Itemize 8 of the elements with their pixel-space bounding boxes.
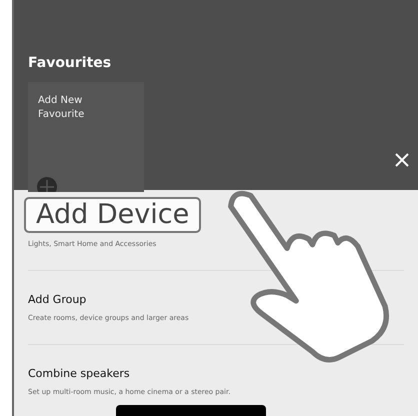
- plus-icon[interactable]: [36, 176, 58, 192]
- item-title[interactable]: Add Group: [28, 293, 404, 306]
- item-title[interactable]: Combine speakers: [28, 367, 404, 380]
- favourite-card[interactable]: Add New Favourite: [28, 82, 144, 192]
- close-icon[interactable]: [394, 152, 410, 168]
- card-label: Add New Favourite: [38, 94, 86, 122]
- section-title: Favourites: [28, 55, 112, 71]
- callout-label: Add Device: [24, 197, 202, 233]
